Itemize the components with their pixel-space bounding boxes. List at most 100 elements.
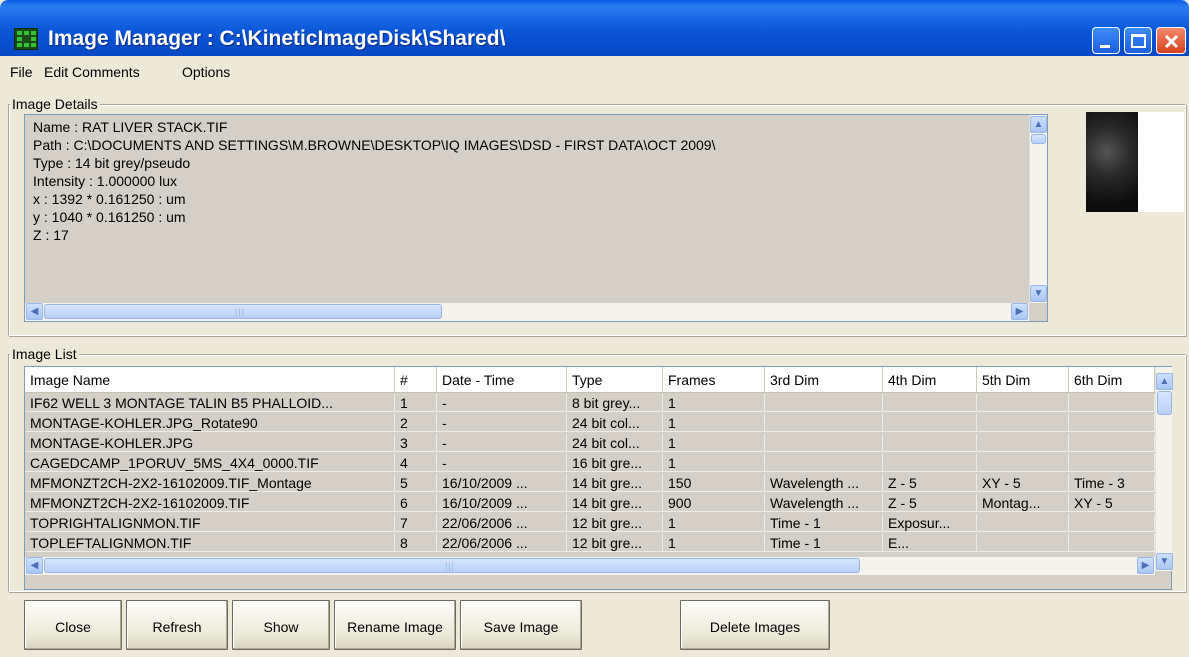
table-cell: 22/06/2006 ...: [437, 514, 567, 532]
close-window-button[interactable]: [1156, 27, 1186, 54]
details-vertical-scrollbar[interactable]: ▲ ▼: [1029, 115, 1047, 303]
table-cell: 16/10/2009 ...: [437, 474, 567, 492]
maximize-button[interactable]: [1124, 27, 1152, 54]
table-row[interactable]: MFMONZT2CH-2X2-16102009.TIF 6 16/10/2009 .…: [25, 494, 1155, 512]
list-horizontal-scrollbar[interactable]: ◀ ||| ▶: [25, 557, 1155, 575]
detail-name: Name : RAT LIVER STACK.TIF: [33, 119, 228, 135]
table-cell: [977, 414, 1069, 432]
table-cell: XY - 5: [977, 474, 1069, 492]
table-row[interactable]: MONTAGE-KOHLER.JPG 3-24 bit col... 1: [25, 434, 1155, 452]
image-manager-icon: [14, 28, 38, 50]
list-scroll-right-icon[interactable]: ▶: [1137, 557, 1154, 574]
details-hscroll-thumb[interactable]: |||: [44, 304, 442, 319]
table-cell: [765, 434, 883, 452]
table-cell: IF62 WELL 3 MONTAGE TALIN B5 PHALLOID...: [25, 394, 395, 412]
table-cell: Time - 3: [1069, 474, 1155, 492]
table-row[interactable]: MONTAGE-KOHLER.JPG_Rotate90 2-24 bit col.…: [25, 414, 1155, 432]
delete-images-button[interactable]: Delete Images: [680, 600, 830, 650]
table-cell: [1069, 394, 1155, 412]
table-cell: 5: [395, 474, 437, 492]
image-details-text: Name : RAT LIVER STACK.TIF Path : C:\DOC…: [24, 114, 1048, 322]
table-cell: 900: [663, 494, 765, 512]
column-header-4th-dim[interactable]: 4th Dim: [883, 367, 977, 392]
list-hscroll-thumb[interactable]: |||: [44, 558, 860, 573]
menu-bar: File Edit Comments Options: [0, 60, 1189, 84]
table-cell: [1069, 434, 1155, 452]
list-vertical-scrollbar[interactable]: ▲ ▼: [1155, 367, 1173, 571]
table-cell: [765, 454, 883, 472]
table-cell: -: [437, 454, 567, 472]
table-cell: [977, 454, 1069, 472]
table-cell: Z - 5: [883, 474, 977, 492]
table-cell: TOPLEFTALIGNMON.TIF: [25, 534, 395, 552]
table-cell: Z - 5: [883, 494, 977, 512]
table-cell: MFMONZT2CH-2X2-16102009.TIF: [25, 494, 395, 512]
detail-type: Type : 14 bit grey/pseudo: [33, 155, 191, 171]
details-horizontal-scrollbar[interactable]: ◀ ||| ▶: [25, 303, 1029, 321]
table-cell: -: [437, 414, 567, 432]
table-cell: 8 bit grey...: [567, 394, 663, 412]
details-vscroll-thumb[interactable]: [1031, 134, 1046, 144]
table-cell: CAGEDCAMP_1PORUV_5MS_4X4_0000.TIF: [25, 454, 395, 472]
table-cell: [883, 454, 977, 472]
table-cell: Time - 1: [765, 514, 883, 532]
image-list-label: Image List: [10, 346, 79, 362]
column-header-type[interactable]: Type: [567, 367, 663, 392]
table-cell: Time - 1: [765, 534, 883, 552]
scroll-left-icon[interactable]: ◀: [26, 303, 43, 320]
list-scroll-up-icon[interactable]: ▲: [1156, 373, 1173, 390]
column-header-5th-dim[interactable]: 5th Dim: [977, 367, 1069, 392]
show-button[interactable]: Show: [232, 600, 330, 650]
table-cell: 14 bit gre...: [567, 474, 663, 492]
table-cell: MONTAGE-KOHLER.JPG: [25, 434, 395, 452]
column-header-6th-dim[interactable]: 6th Dim: [1069, 367, 1155, 392]
menu-options[interactable]: Options: [182, 64, 230, 80]
list-scroll-left-icon[interactable]: ◀: [26, 557, 43, 574]
table-cell: -: [437, 394, 567, 412]
table-cell: [977, 534, 1069, 552]
scroll-right-icon[interactable]: ▶: [1011, 303, 1028, 320]
column-header-date-time[interactable]: Date - Time: [437, 367, 567, 392]
table-cell: [1069, 414, 1155, 432]
rename-image-button[interactable]: Rename Image: [334, 600, 456, 650]
table-row[interactable]: TOPLEFTALIGNMON.TIF 8 22/06/2006 ... 12 bit…: [25, 534, 1155, 552]
table-cell: [883, 414, 977, 432]
table-cell: Wavelength ...: [765, 474, 883, 492]
table-row[interactable]: IF62 WELL 3 MONTAGE TALIN B5 PHALLOID...…: [25, 394, 1155, 412]
table-cell: [977, 434, 1069, 452]
table-cell: [1069, 514, 1155, 532]
table-cell: 16/10/2009 ...: [437, 494, 567, 512]
column-header-image-name[interactable]: Image Name: [25, 367, 395, 392]
list-vscroll-thumb[interactable]: [1157, 391, 1172, 415]
table-cell: 14 bit gre...: [567, 494, 663, 512]
detail-intensity: Intensity : 1.000000 lux: [33, 173, 177, 189]
list-scroll-down-icon[interactable]: ▼: [1156, 553, 1173, 570]
minimize-icon: [1100, 45, 1110, 48]
minimize-button[interactable]: [1092, 27, 1120, 54]
column-header-frames[interactable]: Frames: [663, 367, 765, 392]
table-cell: 7: [395, 514, 437, 532]
table-row[interactable]: TOPRIGHTALIGNMON.TIF 7 22/06/2006 ... 12 bi…: [25, 514, 1155, 532]
refresh-button[interactable]: Refresh: [126, 600, 228, 650]
table-cell: 1: [663, 434, 765, 452]
title-bar[interactable]: Image Manager : C:\KineticImageDisk\Shar…: [0, 0, 1189, 56]
table-row[interactable]: CAGEDCAMP_1PORUV_5MS_4X4_0000.TIF 4-16 bi…: [25, 454, 1155, 472]
scroll-down-icon[interactable]: ▼: [1030, 285, 1047, 302]
save-image-button[interactable]: Save Image: [460, 600, 582, 650]
menu-file[interactable]: File: [10, 64, 33, 80]
table-row[interactable]: MFMONZT2CH-2X2-16102009.TIF_Montage 5 16/1…: [25, 474, 1155, 492]
column-header-number[interactable]: #: [395, 367, 437, 392]
table-cell: [977, 514, 1069, 532]
image-list-table[interactable]: Image Name # Date - Time Type Frames 3rd…: [24, 366, 1173, 590]
scroll-up-icon[interactable]: ▲: [1030, 116, 1047, 133]
column-header-3rd-dim[interactable]: 3rd Dim: [765, 367, 883, 392]
menu-edit-comments[interactable]: Edit Comments: [44, 64, 140, 80]
detail-path: Path : C:\DOCUMENTS AND SETTINGS\M.BROWN…: [33, 137, 716, 153]
table-cell: 1: [663, 534, 765, 552]
table-cell: 16 bit gre...: [567, 454, 663, 472]
table-cell: [1069, 534, 1155, 552]
table-cell: Montag...: [977, 494, 1069, 512]
detail-x: x : 1392 * 0.161250 : um: [33, 191, 186, 207]
close-button[interactable]: Close: [24, 600, 122, 650]
table-cell: -: [437, 434, 567, 452]
